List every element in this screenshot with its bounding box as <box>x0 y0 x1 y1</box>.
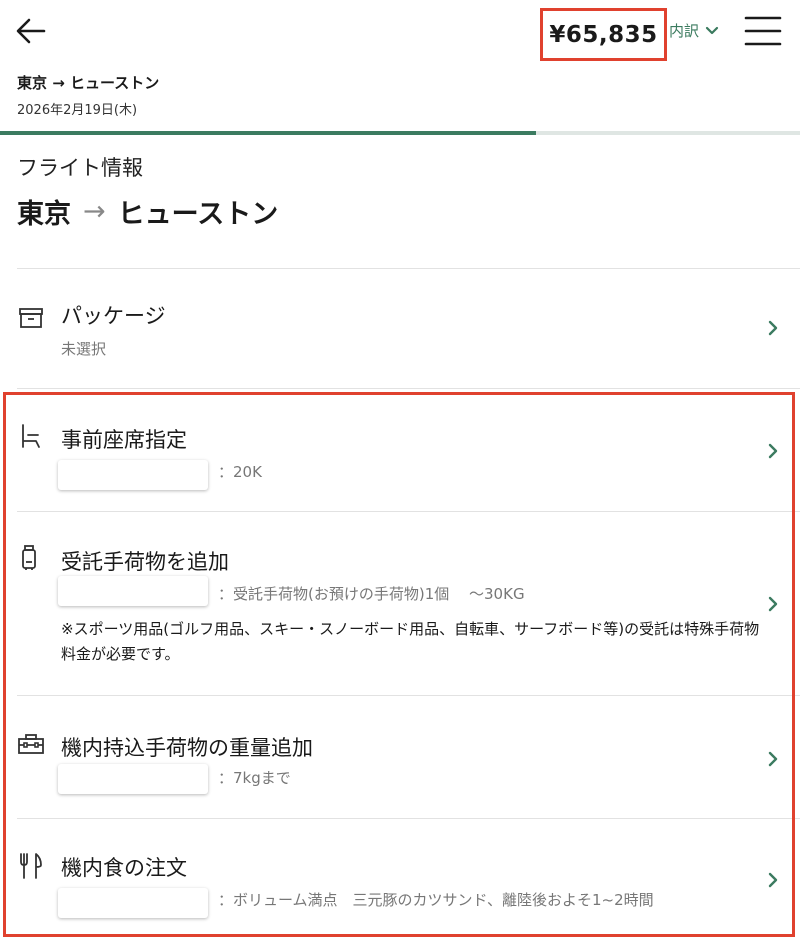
progress-bar <box>0 131 800 135</box>
divider <box>17 695 800 696</box>
destination-city: ヒューストン <box>117 199 279 230</box>
chevron-right-icon <box>766 320 780 336</box>
suitcase-icon <box>17 544 45 572</box>
breakdown-label: 内訳 <box>669 22 700 40</box>
package-row[interactable]: パッケージ 未選択 <box>0 290 800 386</box>
header-route: 東京 → ヒューストン <box>17 74 160 92</box>
divider <box>17 511 800 512</box>
baggage-note: ※スポーツ用品(ゴルフ用品、スキー・スノーボード用品、自転車、サーフボード等)の… <box>61 620 760 663</box>
chevron-right-icon <box>766 751 780 767</box>
chevron-right-icon <box>766 872 780 888</box>
meal-detail: ：ボリューム満点 三元豚のカツサンド、離陸後およそ1~2時間 <box>218 891 654 909</box>
package-status: 未選択 <box>61 340 107 358</box>
carry-on-weight-row[interactable]: 機内持込手荷物の重量追加 ：7kgまで <box>0 718 800 816</box>
divider <box>17 268 800 269</box>
divider <box>17 388 800 389</box>
seat-selection-title: 事前座席指定 <box>61 428 187 452</box>
flight-info-label: フライト情報 <box>17 156 143 180</box>
baggage-detail: ：受託手荷物(お預けの手荷物)1個 ～30KG <box>218 585 525 603</box>
box-icon <box>17 304 45 332</box>
carry-on-price-placeholder <box>58 764 208 794</box>
carry-on-title: 機内持込手荷物の重量追加 <box>61 736 313 760</box>
header-date: 2026年2月19日(木) <box>17 103 138 118</box>
chevron-right-icon <box>766 443 780 459</box>
carry-on-detail: ：7kgまで <box>218 769 291 787</box>
hamburger-menu-icon[interactable] <box>744 14 782 48</box>
seat-price-placeholder <box>58 460 208 490</box>
seat-icon <box>17 422 45 450</box>
divider <box>17 818 800 819</box>
briefcase-icon <box>17 730 45 758</box>
inflight-meal-row[interactable]: 機内食の注文 ：ボリューム満点 三元豚のカツサンド、離陸後およそ1~2時間 <box>0 838 800 936</box>
price-breakdown-toggle[interactable]: 内訳 <box>669 20 719 41</box>
package-title: パッケージ <box>61 304 166 328</box>
chevron-down-icon <box>705 26 719 34</box>
fork-knife-icon <box>17 852 45 880</box>
origin-city: 東京 <box>17 199 71 230</box>
chevron-right-icon <box>766 596 780 612</box>
inflight-meal-title: 機内食の注文 <box>61 856 187 880</box>
total-price: ¥65,835 <box>549 21 658 48</box>
seat-detail: ：20K <box>218 463 262 481</box>
seat-selection-row[interactable]: 事前座席指定 ：20K <box>0 410 800 510</box>
route-arrow: → <box>83 196 106 227</box>
back-arrow-icon[interactable] <box>14 14 48 48</box>
meal-price-placeholder <box>58 888 208 918</box>
progress-fill <box>0 131 536 135</box>
flight-route: 東京 → ヒューストン <box>17 192 278 231</box>
checked-baggage-title: 受託手荷物を追加 <box>61 550 229 574</box>
header: ¥65,835 内訳 東京 → ヒューストン 2026年2月19日(木) <box>0 0 800 135</box>
total-price-box: ¥65,835 <box>540 8 667 61</box>
baggage-price-placeholder <box>58 576 208 606</box>
checked-baggage-row[interactable]: 受託手荷物を追加 ：受託手荷物(お預けの手荷物)1個 ～30KG ※スポーツ用品… <box>0 532 800 694</box>
